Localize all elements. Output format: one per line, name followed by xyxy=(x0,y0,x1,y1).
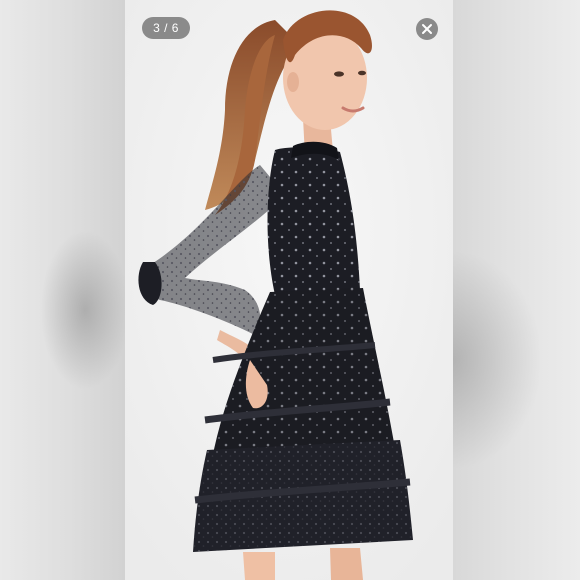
product-photo[interactable] xyxy=(125,0,453,580)
blurred-backdrop-left xyxy=(0,0,130,580)
image-counter-badge: 3 / 6 xyxy=(142,17,190,39)
image-viewer: 3 / 6 xyxy=(0,0,580,580)
product-photo-illustration xyxy=(125,0,453,580)
blurred-backdrop-right xyxy=(453,0,580,580)
close-button[interactable] xyxy=(416,18,438,40)
close-icon xyxy=(422,24,432,34)
